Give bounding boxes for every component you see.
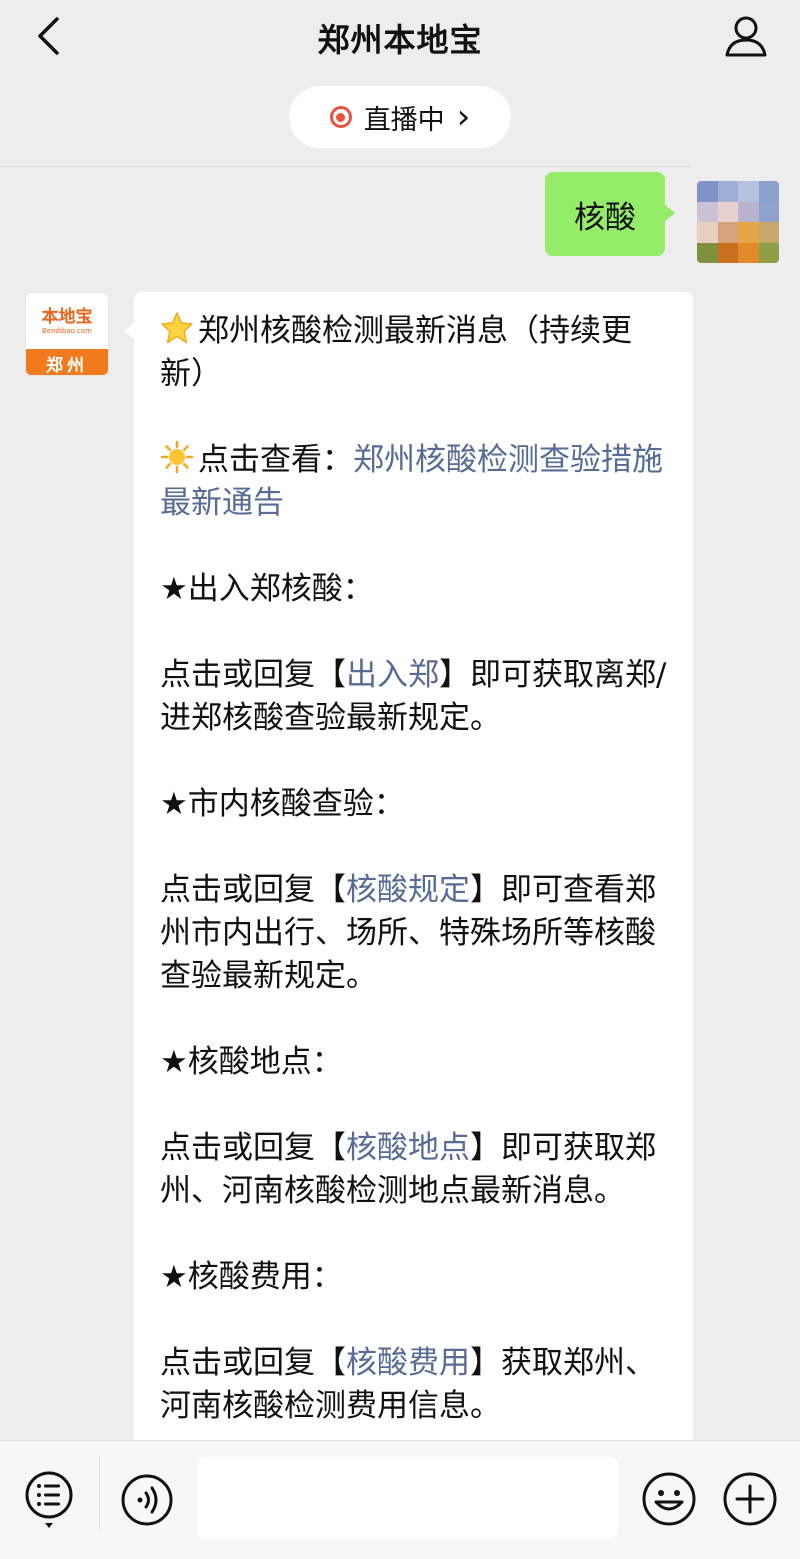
sent-message-text: 核酸: [574, 199, 636, 236]
section-heading: ★出入郑核酸：: [160, 571, 374, 607]
live-stream-button[interactable]: 直播中 ›: [289, 86, 511, 148]
section-heading: ★市内核酸查验：: [160, 786, 405, 822]
divider: [0, 166, 690, 167]
keyword-link-hesuan-didian[interactable]: 核酸地点: [346, 1130, 470, 1166]
section-body: 点击或回复【出入郑】即可获取离郑/进郑核酸查验最新规定。: [160, 657, 667, 736]
plus-icon: [723, 1472, 777, 1526]
official-account-avatar[interactable]: 本地宝 Bendibao.com 郑州: [25, 292, 109, 376]
section-body: 点击或回复【核酸地点】即可获取郑州、河南核酸检测地点最新消息。: [160, 1130, 656, 1209]
live-label: 直播中: [363, 104, 445, 136]
nav-header: 郑州本地宝: [0, 0, 800, 76]
avatar[interactable]: [697, 181, 779, 263]
sun-emoji-icon: [160, 440, 194, 474]
back-button[interactable]: [26, 14, 70, 58]
emoji-icon: [642, 1472, 696, 1526]
keyword-link-hesuan-feiyong[interactable]: 核酸费用: [346, 1345, 470, 1381]
intro-paragraph: 郑州核酸检测最新消息（持续更新）: [160, 312, 632, 392]
voice-icon: [121, 1474, 173, 1526]
section-heading: ★核酸地点：: [160, 1044, 343, 1080]
emoji-button[interactable]: [641, 1471, 697, 1527]
received-message-bubble: 郑州核酸检测最新消息（持续更新） 点击查看：郑州核酸检测查验措施最新通告 ★出入…: [124, 292, 693, 1492]
chevron-right-icon: ›: [456, 97, 471, 137]
keyword-link-hesuan-guiding[interactable]: 核酸规定: [346, 872, 470, 908]
star-emoji-icon: [161, 312, 193, 344]
menu-list-icon: [25, 1471, 73, 1528]
sent-message-bubble[interactable]: 核酸: [545, 172, 675, 256]
live-indicator-icon: [329, 106, 352, 128]
divider: [99, 1457, 100, 1529]
menu-button[interactable]: [24, 1471, 74, 1531]
voice-button[interactable]: [120, 1473, 174, 1527]
notice-paragraph: 点击查看：郑州核酸检测查验措施最新通告: [160, 440, 663, 521]
chat-input-bar: [0, 1440, 800, 1559]
page-title: 郑州本地宝: [317, 21, 483, 59]
user-icon: [725, 16, 767, 57]
message-input[interactable]: [197, 1457, 618, 1539]
brand-city-label: 郑州: [26, 349, 108, 375]
section-body: 点击或回复【核酸规定】即可查看郑州市内出行、场所、特殊场所等核酸查验最新规定。: [160, 872, 656, 994]
section-heading: ★核酸费用：: [160, 1259, 343, 1295]
keyword-link-churuzheng[interactable]: 出入郑: [346, 657, 439, 693]
chevron-left-icon: [38, 17, 59, 55]
profile-button[interactable]: [722, 12, 770, 60]
more-button[interactable]: [722, 1471, 778, 1527]
section-body: 点击或回复【核酸费用】获取郑州、河南核酸检测费用信息。: [160, 1345, 656, 1424]
brand-logo: 本地宝 Bendibao.com: [41, 306, 93, 335]
